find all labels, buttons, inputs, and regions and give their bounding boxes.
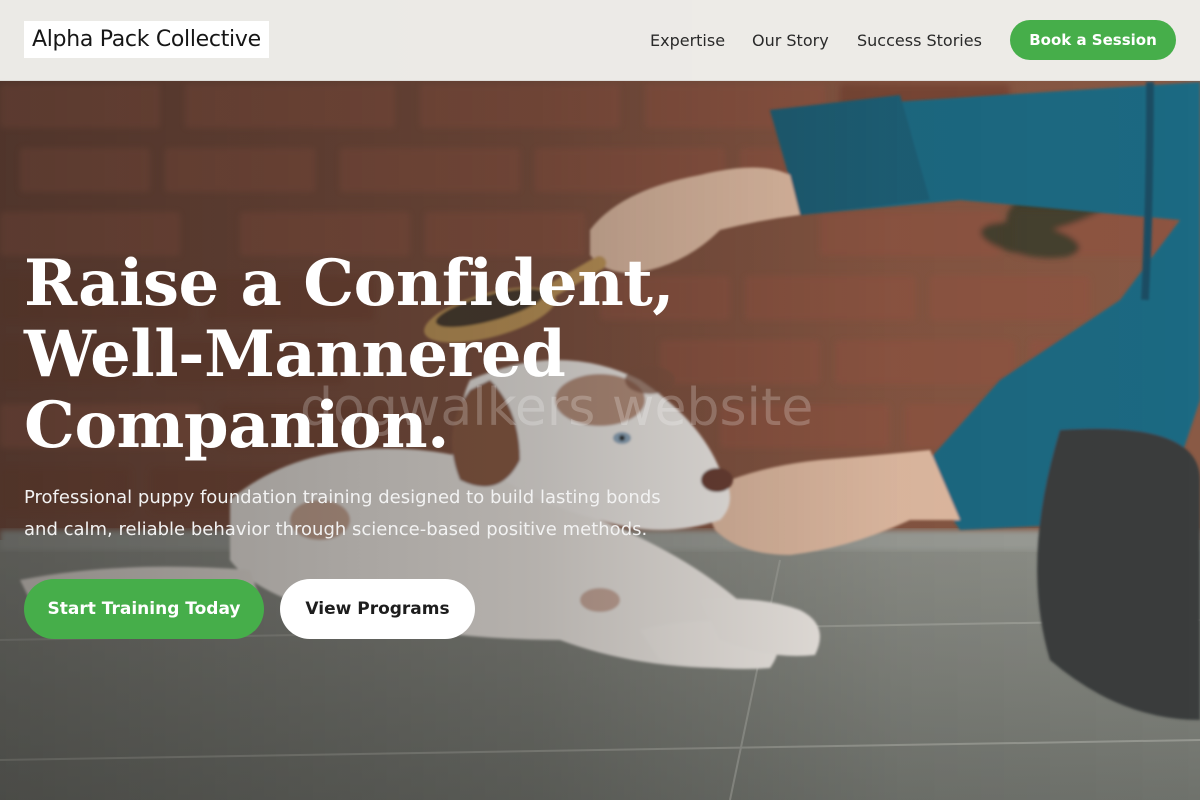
book-session-button[interactable]: Book a Session: [1010, 20, 1176, 60]
hero-subtitle-line-1: Professional puppy foundation training d…: [24, 487, 661, 508]
site-header: Alpha Pack Collective Expertise Our Stor…: [0, 0, 1200, 81]
brand-logo[interactable]: Alpha Pack Collective: [24, 21, 269, 58]
hero-headline-line-1: Raise a Confident,: [24, 246, 675, 321]
view-programs-button[interactable]: View Programs: [280, 579, 475, 639]
hero-headline: Raise a Confident, Well-Mannered Compani…: [24, 248, 744, 461]
hero-headline-line-3: Companion.: [24, 388, 449, 463]
nav-link-expertise[interactable]: Expertise: [650, 31, 725, 50]
nav-link-our-story[interactable]: Our Story: [752, 31, 829, 50]
hero-subtitle: Professional puppy foundation training d…: [24, 482, 724, 546]
hero-subtitle-line-2: and calm, reliable behavior through scie…: [24, 519, 648, 540]
start-training-button[interactable]: Start Training Today: [24, 579, 264, 639]
hero-headline-line-2: Well-Mannered: [24, 317, 566, 392]
nav-link-success-stories[interactable]: Success Stories: [857, 31, 982, 50]
